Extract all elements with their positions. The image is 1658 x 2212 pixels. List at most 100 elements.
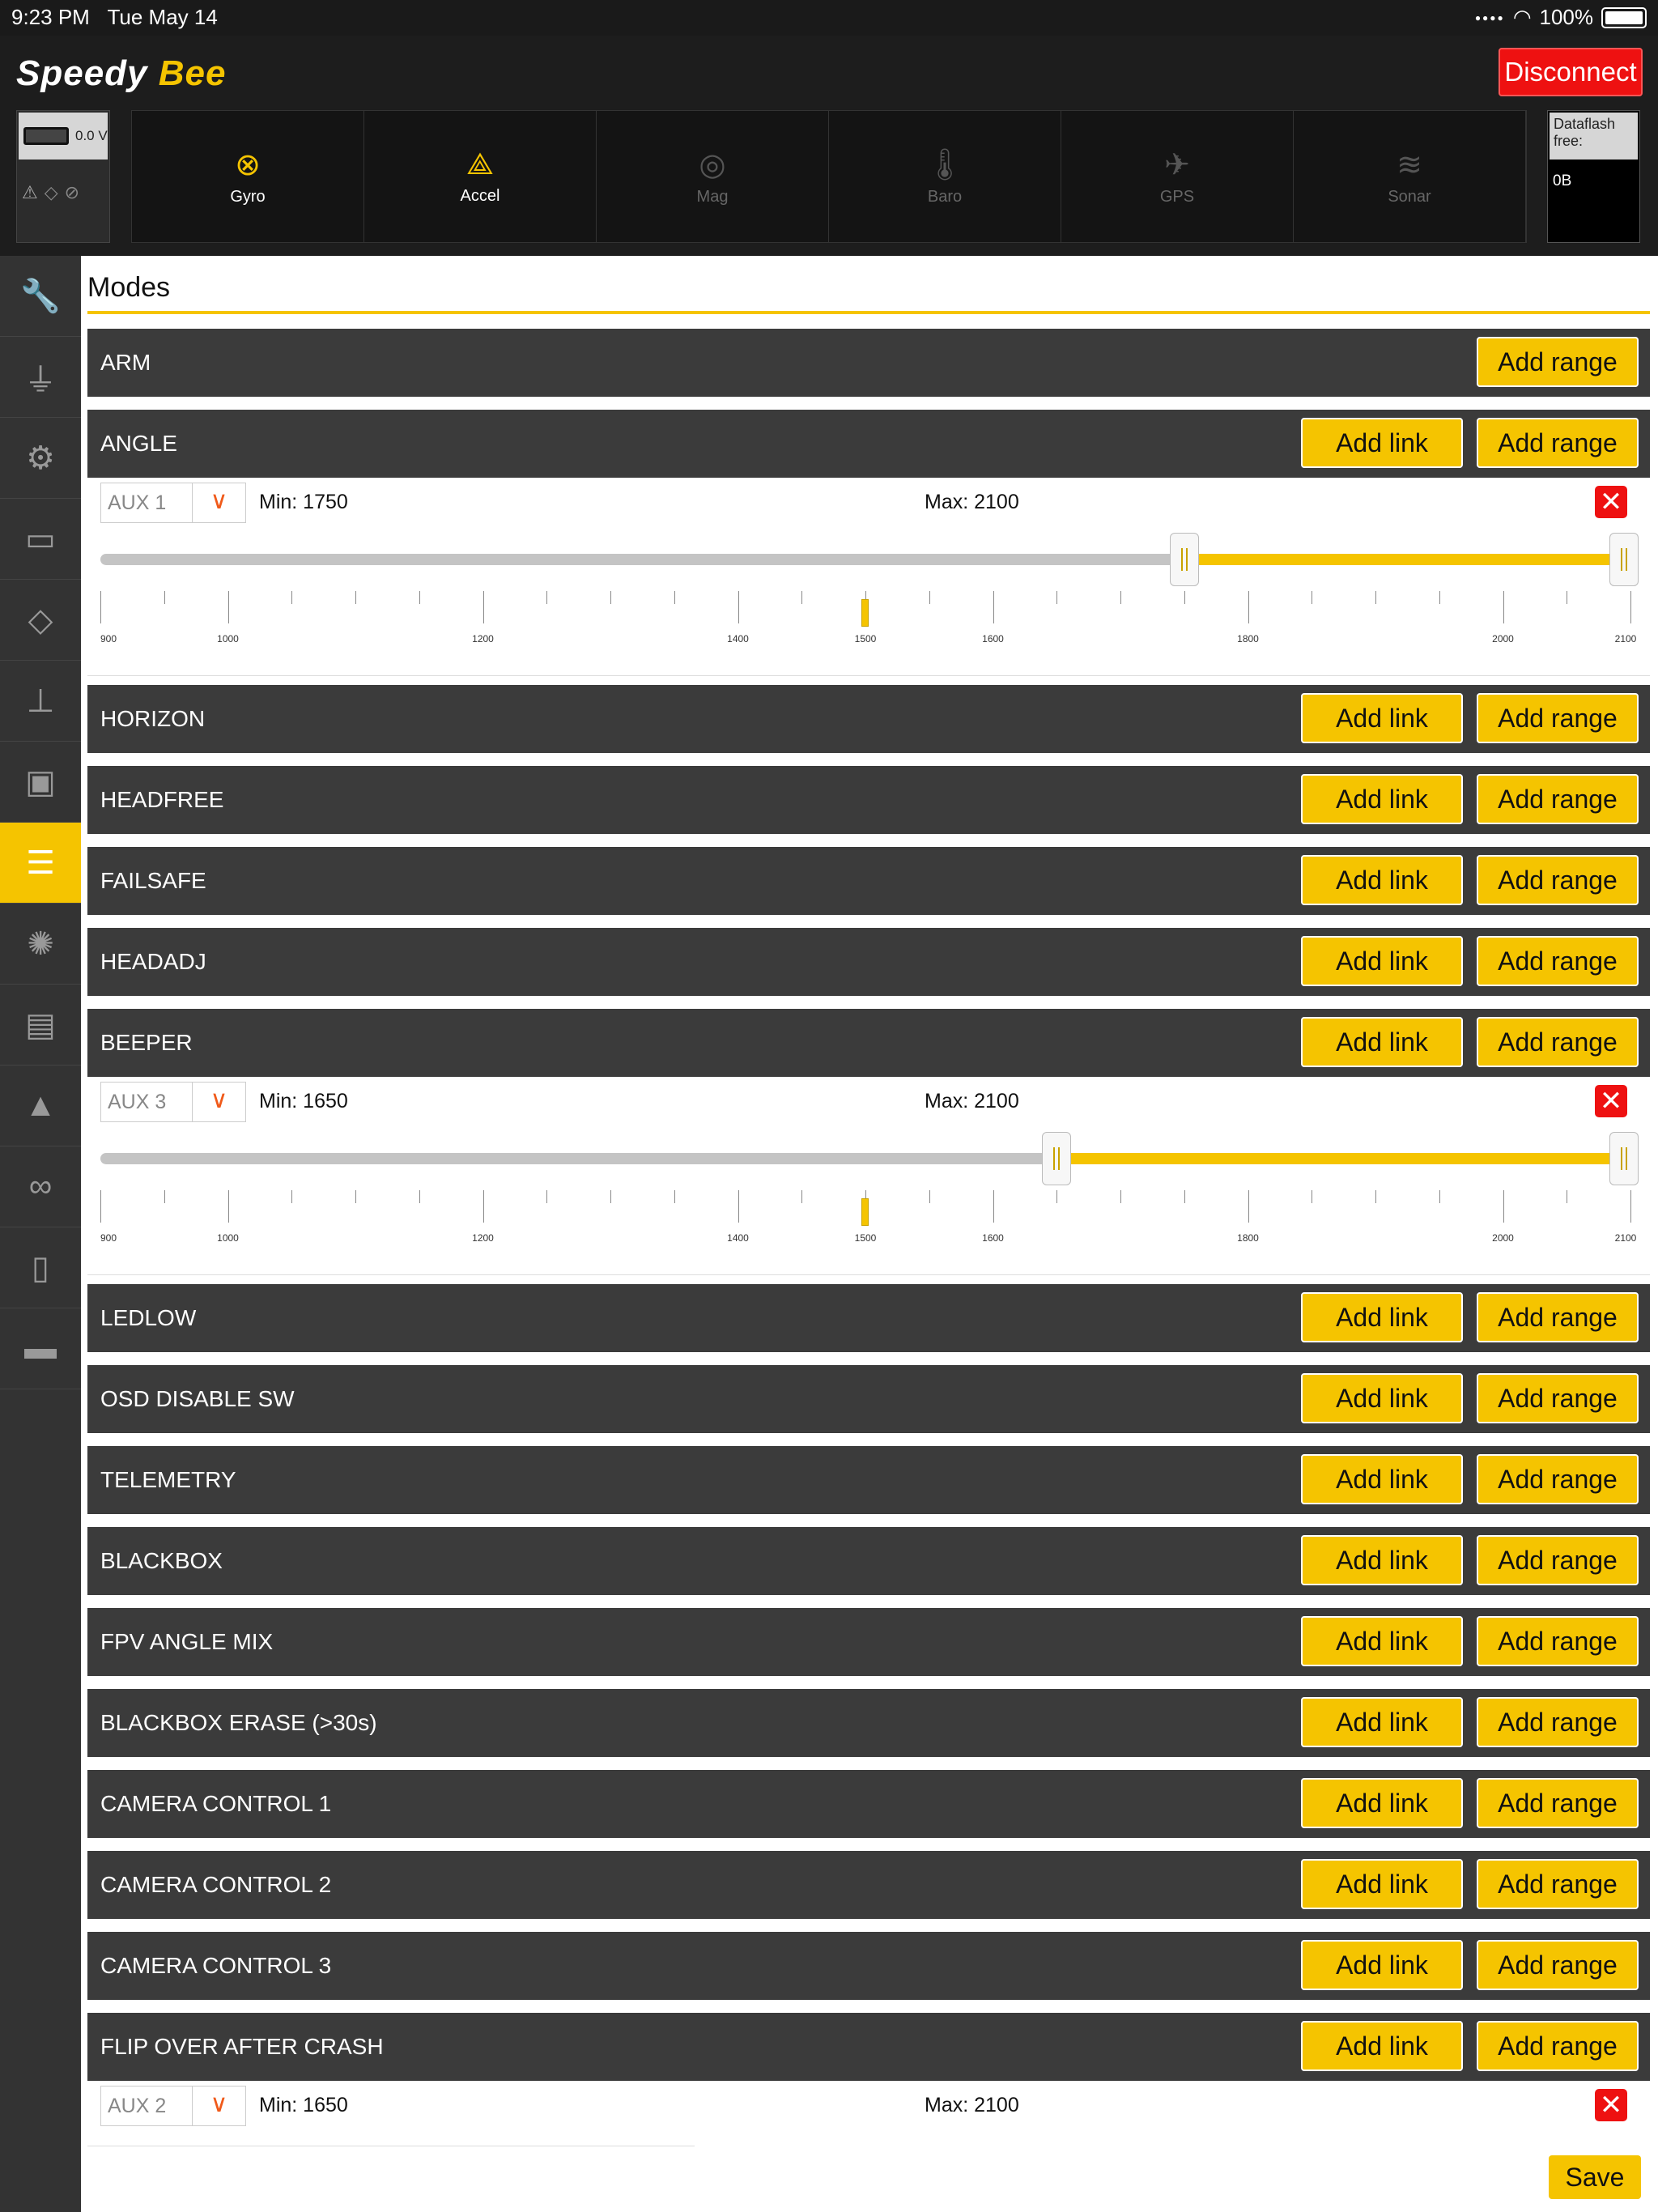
app-header: Speedy Bee Disconnect 0.0 V ⚠ ◇ ⊘ ⊗ Gyro ⟁… (0, 36, 1658, 291)
add-range-button[interactable]: Add range (1477, 1373, 1639, 1423)
add-link-button[interactable]: Add link (1301, 855, 1463, 905)
scale-tick (1248, 591, 1249, 623)
link-status-icon: ⊘ (64, 182, 80, 202)
scale-tick (1503, 1190, 1504, 1223)
scale-tick (291, 1190, 293, 1203)
range-max-label: Max: 2100 (925, 1090, 1019, 1112)
add-range-button[interactable]: Add range (1477, 418, 1639, 468)
add-link-button[interactable]: Add link (1301, 1535, 1463, 1585)
sidebar-item-hierarchy[interactable]: ⊥ (0, 661, 81, 742)
aux-channel-select[interactable]: AUX 1 ∨ (100, 483, 246, 523)
add-range-button[interactable]: Add range (1477, 1697, 1639, 1747)
range-min-handle[interactable] (1042, 1132, 1072, 1185)
siren-icon: ▲ (24, 1087, 57, 1123)
range-scale: 900 1000 1200 1400 1500 1600 1800 2000 2100 (100, 1190, 1636, 1247)
add-link-button[interactable]: Add link (1301, 418, 1463, 468)
add-range-button[interactable]: Add range (1477, 855, 1639, 905)
mode-row: BLACKBOX ERASE (>30s) Add link Add range (87, 1689, 1650, 1757)
sidebar-item-receiver[interactable]: ▯ (0, 1227, 81, 1308)
add-range-button[interactable]: Add range (1477, 1859, 1639, 1909)
scale-label: 1200 (472, 633, 494, 644)
sidebar-item-window[interactable]: ▬ (0, 1308, 81, 1389)
sidebar-item-osd[interactable]: ▤ (0, 985, 81, 1066)
range-max-handle[interactable] (1609, 1132, 1639, 1185)
add-link-button[interactable]: Add link (1301, 693, 1463, 743)
sidebar-item-loop[interactable]: ∞ (0, 1146, 81, 1227)
aux-channel-select[interactable]: AUX 3 ∨ (100, 1082, 246, 1122)
add-link-button[interactable]: Add link (1301, 1778, 1463, 1828)
sidebar-item-siren[interactable]: ▲ (0, 1066, 81, 1146)
add-link-button[interactable]: Add link (1301, 1454, 1463, 1504)
sonar-icon: ≋ (1397, 148, 1422, 182)
add-range-button[interactable]: Add range (1477, 1778, 1639, 1828)
aux-channel-value: AUX 1 (108, 491, 167, 514)
scale-tick (1375, 591, 1376, 604)
add-range-button[interactable]: Add range (1477, 337, 1639, 387)
sidebar-item-plug[interactable]: ⏚ (0, 337, 81, 418)
add-range-button[interactable]: Add range (1477, 1017, 1639, 1067)
sidebar-item-radio-controller[interactable]: ▣ (0, 742, 81, 823)
scale-tick (801, 591, 803, 604)
add-range-button[interactable]: Add range (1477, 2021, 1639, 2071)
scale-tick (100, 1190, 101, 1223)
mode-row: ARM Add range (87, 329, 1650, 397)
add-link-button[interactable]: Add link (1301, 1017, 1463, 1067)
mode-row: FLIP OVER AFTER CRASH Add link Add range (87, 2013, 1650, 2081)
add-range-button[interactable]: Add range (1477, 1940, 1639, 1990)
scale-tick (164, 1190, 165, 1203)
scale-label: 1400 (727, 1232, 749, 1244)
sidebar-item-parachute[interactable]: ◇ (0, 580, 81, 661)
add-range-button[interactable]: Add range (1477, 774, 1639, 824)
add-range-button[interactable]: Add range (1477, 693, 1639, 743)
sensor-gps: ✈ GPS (1061, 111, 1294, 242)
sidebar-item-modes[interactable]: ☰ (0, 823, 81, 904)
range-slider-track[interactable] (100, 1132, 1639, 1185)
add-link-button[interactable]: Add link (1301, 1616, 1463, 1666)
scale-label: 1800 (1237, 1232, 1259, 1244)
add-link-button[interactable]: Add link (1301, 1373, 1463, 1423)
range-min-handle[interactable] (1169, 533, 1199, 586)
mode-name: ARM (100, 350, 151, 375)
scale-tick (1056, 591, 1058, 604)
add-link-button[interactable]: Add link (1301, 774, 1463, 824)
add-link-button[interactable]: Add link (1301, 1940, 1463, 1990)
add-link-button[interactable]: Add link (1301, 1292, 1463, 1342)
range-max-handle[interactable] (1609, 533, 1639, 586)
status-bar: 9:23 PM Tue May 14 ●●●● ◠ 100% (0, 0, 1658, 36)
sidebar-item-wrench[interactable]: 🔧 (0, 256, 81, 337)
add-link-button[interactable]: Add link (1301, 1697, 1463, 1747)
delete-range-button[interactable]: ✕ (1595, 1085, 1627, 1117)
add-range-button[interactable]: Add range (1477, 1535, 1639, 1585)
add-link-button[interactable]: Add link (1301, 936, 1463, 986)
delete-range-button[interactable]: ✕ (1595, 486, 1627, 518)
sidebar-item-motor[interactable]: ✺ (0, 904, 81, 985)
scale-label: 1000 (217, 633, 239, 644)
scale-tick (483, 591, 484, 623)
mode-row: BEEPER Add link Add range (87, 1009, 1650, 1077)
gyro-icon: ⊗ (235, 148, 261, 182)
sidebar-item-battery[interactable]: ▭ (0, 499, 81, 580)
battery-percent: 100% (1539, 5, 1594, 29)
save-button[interactable]: Save (1549, 2155, 1641, 2199)
signal-icon: ●●●● (1474, 11, 1505, 23)
range-slider-track[interactable] (100, 533, 1639, 586)
mode-name: HORIZON (100, 706, 206, 731)
sensor-label: Sonar (1388, 188, 1431, 206)
status-date: Tue May 14 (107, 5, 218, 29)
disconnect-button[interactable]: Disconnect (1499, 48, 1643, 96)
scale-tick (1120, 1190, 1121, 1203)
add-link-button[interactable]: Add link (1301, 1859, 1463, 1909)
add-range-button[interactable]: Add range (1477, 936, 1639, 986)
aux-channel-select[interactable]: AUX 2 ∨ (100, 2086, 246, 2126)
add-range-button[interactable]: Add range (1477, 1454, 1639, 1504)
add-range-button[interactable]: Add range (1477, 1292, 1639, 1342)
page-title: Modes (87, 272, 171, 303)
add-range-button[interactable]: Add range (1477, 1616, 1639, 1666)
range-min-label: Min: 1750 (259, 491, 348, 513)
mode-row: ANGLE Add link Add range (87, 410, 1650, 478)
delete-range-button[interactable]: ✕ (1595, 2089, 1627, 2121)
sidebar-item-gear[interactable]: ⚙ (0, 418, 81, 499)
scale-tick (164, 591, 165, 604)
mode-row: CAMERA CONTROL 1 Add link Add range (87, 1770, 1650, 1838)
add-link-button[interactable]: Add link (1301, 2021, 1463, 2071)
